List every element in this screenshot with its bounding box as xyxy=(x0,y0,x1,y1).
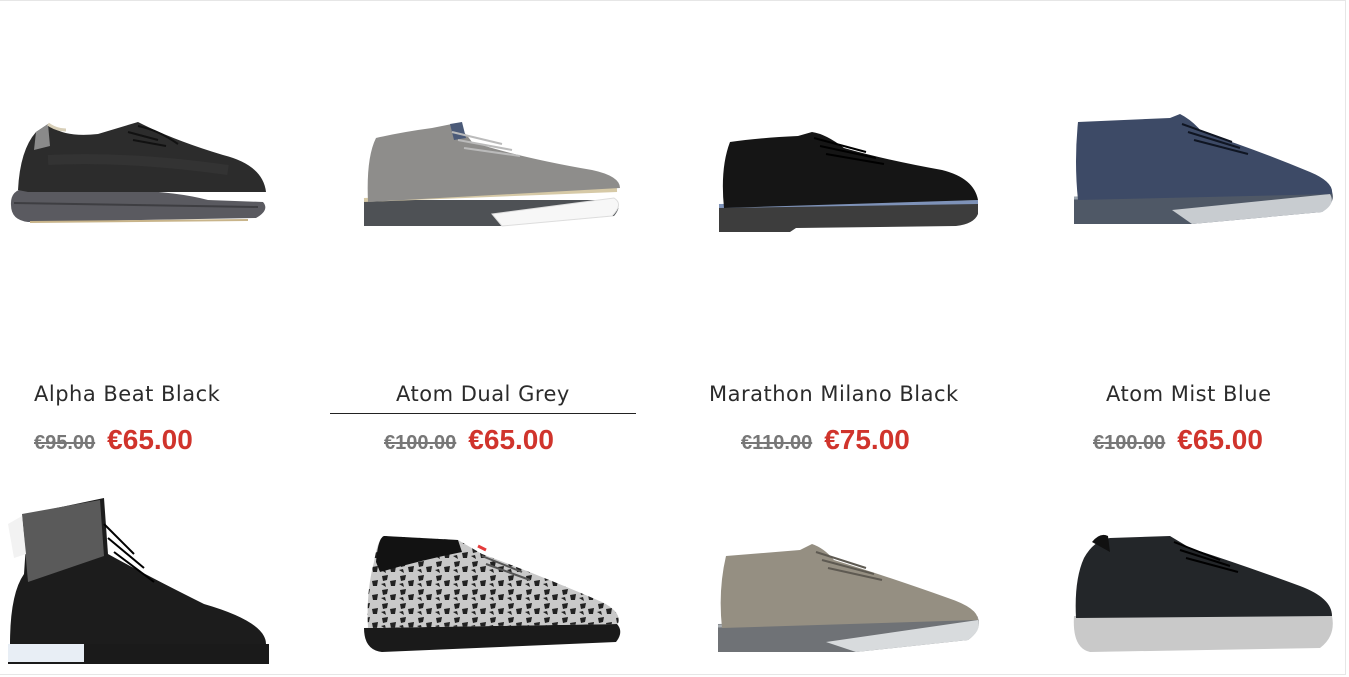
product-image[interactable] xyxy=(1070,530,1336,656)
sale-price: €65.00 xyxy=(1177,424,1263,455)
original-price: €110.00 xyxy=(741,432,813,454)
original-price: €100.00 xyxy=(1093,432,1166,454)
product-image[interactable] xyxy=(4,494,272,677)
original-price: €95.00 xyxy=(34,432,96,454)
product-image[interactable] xyxy=(362,532,624,656)
product-image[interactable] xyxy=(362,118,624,230)
sale-price: €65.00 xyxy=(468,424,554,455)
price-group: €100.00 €65.00 xyxy=(1093,424,1263,456)
product-title[interactable]: Alpha Beat Black xyxy=(34,382,220,406)
product-grid: Alpha Beat Black €95.00 €65.00 Atom Dual … xyxy=(0,0,1349,677)
product-image[interactable] xyxy=(716,128,982,234)
product-image[interactable] xyxy=(716,542,982,660)
product-title[interactable]: Atom Dual Grey xyxy=(330,382,636,414)
product-title[interactable]: Marathon Milano Black xyxy=(709,382,959,406)
product-image[interactable] xyxy=(8,110,270,230)
product-title[interactable]: Atom Mist Blue xyxy=(1106,382,1271,406)
price-group: €100.00 €65.00 xyxy=(384,424,554,456)
sale-price: €75.00 xyxy=(824,424,910,455)
price-group: €95.00 €65.00 xyxy=(34,424,193,456)
product-image[interactable] xyxy=(1072,112,1336,230)
original-price: €100.00 xyxy=(384,432,457,454)
sale-price: €65.00 xyxy=(107,424,193,455)
price-group: €110.00 €75.00 xyxy=(741,424,910,456)
